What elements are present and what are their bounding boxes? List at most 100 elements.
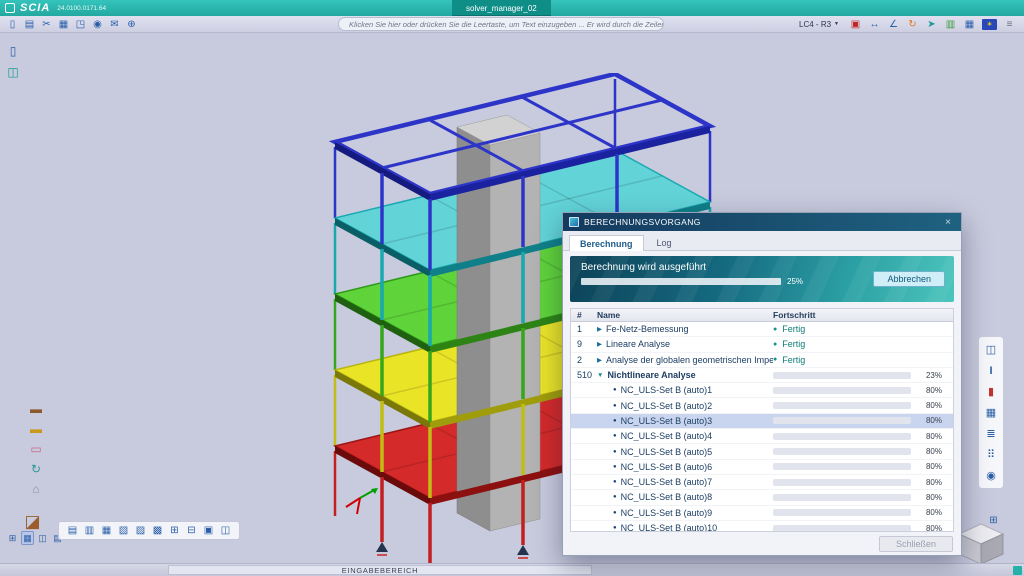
zoom-selection-icon[interactable]: ⊕ — [123, 17, 140, 32]
row-progress-bar — [773, 525, 911, 532]
input-area-label[interactable]: EINGABEBEREICH — [168, 565, 592, 575]
row-progress-bar — [773, 463, 911, 470]
app-logo: SCIA — [20, 2, 50, 14]
results-chart-icon[interactable]: ▥ — [942, 17, 959, 32]
dock-item-2-icon[interactable]: ▥ — [82, 523, 97, 538]
visibility-icon[interactable]: ◉ — [89, 17, 106, 32]
table-row[interactable]: ●NC_ULS-Set B (auto)2 80% — [571, 398, 953, 413]
table-row[interactable]: 510 ▼Nichtlineare Analyse 23% — [571, 368, 953, 383]
bullet-icon: ● — [613, 418, 617, 424]
dock-item-4-icon[interactable]: ▧ — [116, 523, 131, 538]
table-row-selected[interactable]: ●NC_ULS-Set B (auto)3 80% — [571, 414, 953, 429]
table-row[interactable]: ●NC_ULS-Set B (auto)5 80% — [571, 444, 953, 459]
material-icon[interactable]: ▬ — [26, 420, 46, 437]
open-project-icon[interactable]: ▤ — [21, 17, 38, 32]
grid-b-icon[interactable]: ▦ — [21, 531, 34, 545]
dock-item-1-icon[interactable]: ▤ — [65, 523, 80, 538]
row-progress-bar — [773, 509, 911, 516]
settings-icon[interactable]: ≡ — [1001, 17, 1018, 32]
send-mail-icon[interactable]: ✉ — [106, 17, 123, 32]
command-input[interactable]: Klicken Sie hier oder drücken Sie die Le… — [338, 17, 664, 31]
bottom-left-cluster: ◪ ⊞ ▦ ◫ ▤ — [6, 514, 64, 545]
select-results-icon[interactable]: ➤ — [923, 17, 940, 32]
view-3d-icon[interactable]: ◳ — [72, 17, 89, 32]
load-case-select[interactable]: LC4 - R3 ▼ — [799, 20, 839, 29]
input-panel-icon[interactable]: ▯ — [3, 42, 23, 59]
table-row[interactable]: ●NC_ULS-Set B (auto)6 80% — [571, 460, 953, 475]
app-menu-icon[interactable] — [5, 3, 15, 13]
tools-icon[interactable]: ✂ — [38, 17, 55, 32]
dots-grid-icon[interactable]: ⠿ — [981, 445, 1001, 464]
table-row[interactable]: ●NC_ULS-Set B (auto)1 80% — [571, 383, 953, 398]
model-box-icon[interactable]: ◫ — [3, 63, 23, 80]
bullet-icon: ● — [613, 510, 617, 516]
bullet-icon: ● — [613, 479, 617, 485]
statusbar: EINGABEBEREICH — [0, 563, 1024, 576]
expand-icon[interactable]: ▶ — [597, 340, 602, 348]
left-mid-toolbar: ▬ ▬ ▭ ↻ ⌂ — [26, 400, 46, 497]
bullet-icon: ● — [613, 464, 617, 470]
eu-code-icon[interactable]: ∗ — [982, 19, 997, 30]
target-icon[interactable]: ◉ — [981, 466, 1001, 485]
paint-results-icon[interactable]: ▮ — [981, 382, 1001, 401]
dimension-line-icon[interactable]: ↔ — [866, 17, 883, 32]
row-progress-bar — [773, 433, 911, 440]
home-view-icon[interactable]: ⌂ — [26, 480, 46, 497]
dock-item-5-icon[interactable]: ▨ — [133, 523, 148, 538]
beam-profile-icon[interactable]: I — [981, 361, 1001, 380]
table-row[interactable]: ●NC_ULS-Set B (auto)4 80% — [571, 429, 953, 444]
document-tab[interactable]: solver_manager_02 — [452, 0, 551, 16]
row-progress-bar — [773, 448, 911, 455]
layers-icon[interactable]: ▦ — [981, 403, 1001, 422]
status-dot-icon: ● — [773, 326, 777, 333]
overall-progress-bar — [581, 278, 781, 285]
new-project-icon[interactable]: ▯ — [4, 17, 21, 32]
close-icon[interactable]: × — [941, 217, 955, 228]
cross-section-icon[interactable]: ▬ — [26, 400, 46, 417]
chevron-down-icon: ▼ — [834, 21, 839, 27]
print-icon[interactable]: ▦ — [55, 17, 72, 32]
dock-item-6-icon[interactable]: ▩ — [150, 523, 165, 538]
cancel-button[interactable]: Abbrechen — [873, 271, 945, 287]
dock-item-7-icon[interactable]: ⊞ — [167, 523, 182, 538]
grid-c-icon[interactable]: ◫ — [36, 531, 49, 545]
expand-icon[interactable]: ▶ — [597, 356, 602, 364]
bullet-icon: ● — [613, 525, 617, 531]
dialog-titlebar[interactable]: BERECHNUNGSVORGANG × — [563, 213, 961, 231]
concrete-results-icon[interactable]: ▦ — [961, 17, 978, 32]
table-row[interactable]: ●NC_ULS-Set B (auto)7 80% — [571, 475, 953, 490]
status-badge: Fertig — [782, 324, 805, 334]
bullet-icon: ● — [613, 449, 617, 455]
row-progress-bar — [773, 402, 911, 409]
tab-berechnung[interactable]: Berechnung — [569, 235, 644, 251]
table-row[interactable]: ●NC_ULS-Set B (auto)9 80% — [571, 506, 953, 521]
dock-item-10-icon[interactable]: ◫ — [218, 523, 233, 538]
bullet-icon: ● — [613, 433, 617, 439]
bullet-icon: ● — [613, 494, 617, 500]
section-view-icon[interactable]: ◫ — [981, 340, 1001, 359]
dock-item-8-icon[interactable]: ⊟ — [184, 523, 199, 538]
close-button[interactable]: Schließen — [879, 536, 953, 552]
tab-log[interactable]: Log — [646, 234, 683, 250]
list-icon[interactable]: ≣ — [981, 424, 1001, 443]
overall-progress-label: 25% — [787, 277, 803, 286]
table-row[interactable]: 9 ▶Lineare Analyse ●Fertig — [571, 337, 953, 352]
refresh-icon[interactable]: ↻ — [904, 17, 921, 32]
dock-item-3-icon[interactable]: ▦ — [99, 523, 114, 538]
table-row[interactable]: 2 ▶Analyse der globalen geometrischen Im… — [571, 353, 953, 368]
table-row[interactable]: 1 ▶Fe-Netz-Bemessung ●Fertig — [571, 322, 953, 337]
render-mode-icon[interactable]: ◪ — [24, 514, 41, 529]
table-row[interactable]: ●NC_ULS-Set B (auto)10 80% — [571, 521, 953, 532]
table-header[interactable]: # Name Fortschritt — [571, 309, 953, 322]
storey-data-icon[interactable]: ▣ — [847, 17, 864, 32]
app-version: 24.0100.0171.64 — [57, 5, 106, 12]
collapse-icon[interactable]: ▼ — [597, 372, 603, 379]
grid-a-icon[interactable]: ⊞ — [6, 531, 19, 545]
table-row[interactable]: ●NC_ULS-Set B (auto)8 80% — [571, 490, 953, 505]
dock-item-9-icon[interactable]: ▣ — [201, 523, 216, 538]
expand-icon[interactable]: ▶ — [597, 325, 602, 333]
rotate-view-icon[interactable]: ↻ — [26, 460, 46, 477]
angle-dimension-icon[interactable]: ∠ — [885, 17, 902, 32]
load-panel-icon[interactable]: ▭ — [26, 440, 46, 457]
status-dot-icon: ● — [773, 341, 777, 348]
